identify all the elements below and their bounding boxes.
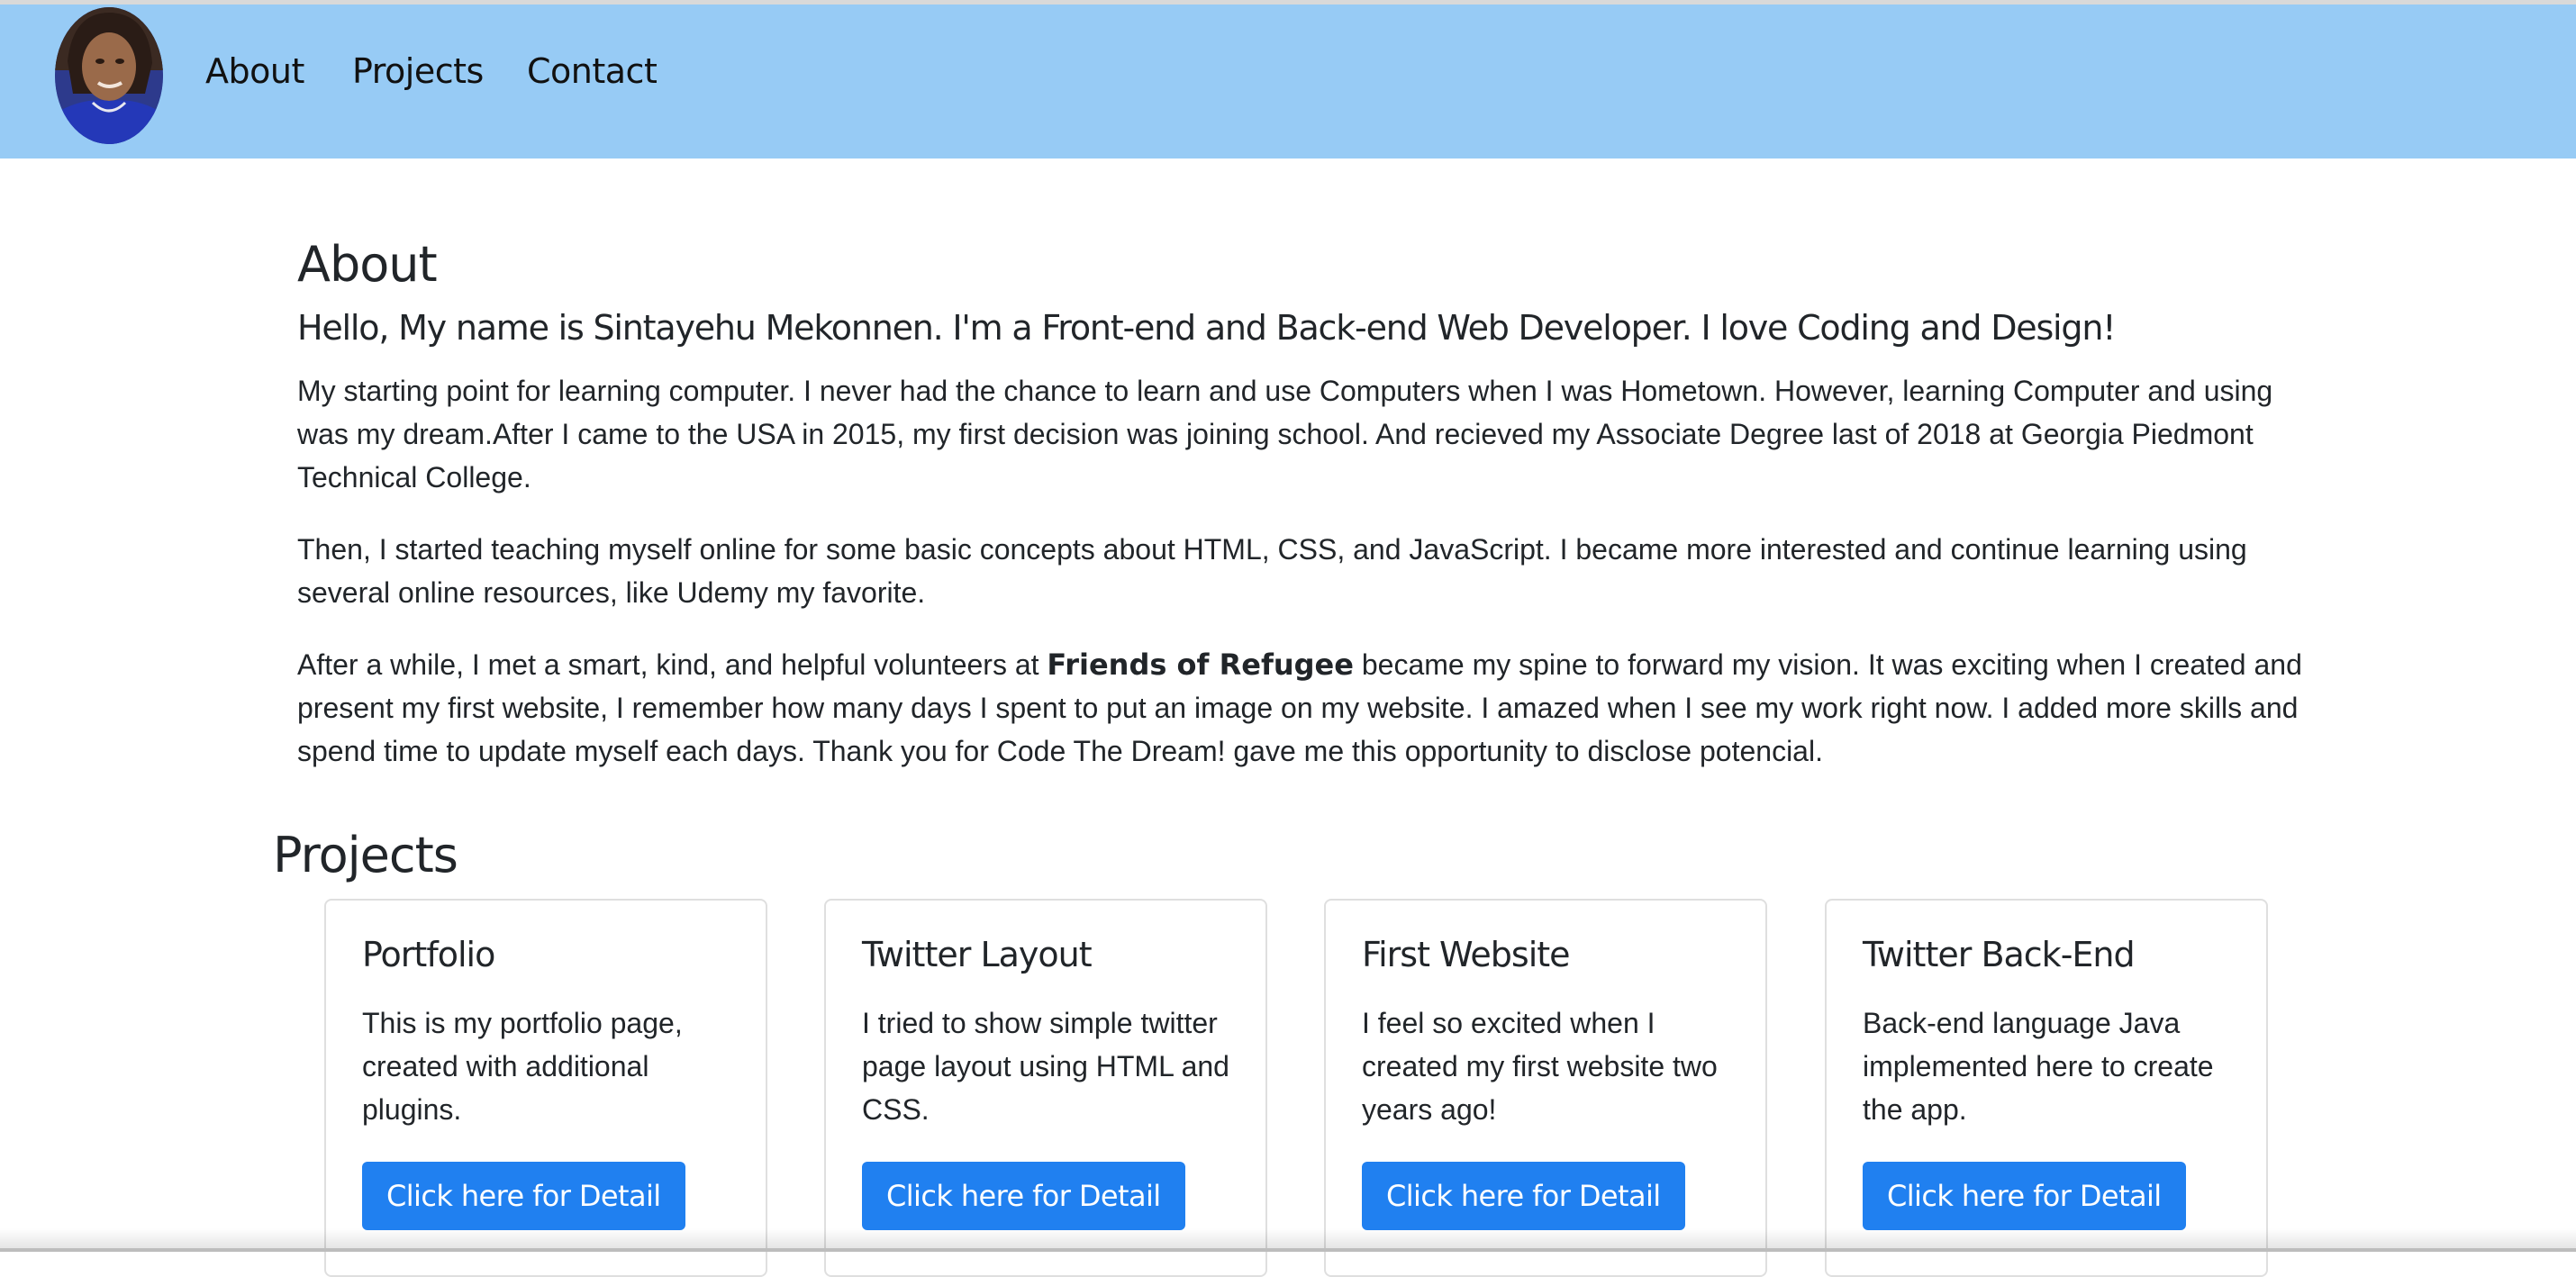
about-paragraph-1: My starting point for learning computer.… — [297, 375, 2273, 494]
detail-button[interactable]: Click here for Detail — [1863, 1162, 2186, 1230]
card-title: First Website — [1362, 935, 1571, 974]
projects-heading: Projects — [273, 827, 458, 883]
about-paragraph-3: After a while, I met a smart, kind, and … — [297, 643, 2306, 773]
card-text: I tried to show simple twitter page layo… — [862, 1007, 1229, 1126]
card-text: This is my portfolio page, created with … — [362, 1007, 683, 1126]
friends-of-refugee-text: Friends of Refugee — [1047, 648, 1354, 682]
card-title: Portfolio — [362, 935, 495, 974]
about-paragraph-2: Then, I started teaching myself online f… — [297, 533, 2247, 609]
project-card-first-website: First Website I feel so excited when I c… — [1324, 899, 1767, 1277]
avatar-photo — [55, 7, 163, 144]
project-card-twitter-layout: Twitter Layout I tried to show simple tw… — [824, 899, 1267, 1277]
nav-link-projects[interactable]: Projects — [352, 51, 484, 91]
card-text: Back-end language Java implemented here … — [1863, 1007, 2214, 1126]
about-heading: About — [297, 236, 438, 293]
window-bottom-border — [0, 1248, 2576, 1252]
project-card-twitter-back-end: Twitter Back-End Back-end language Java … — [1825, 899, 2268, 1277]
about-intro: Hello, My name is Sintayehu Mekonnen. I'… — [297, 308, 2116, 348]
nav-link-about[interactable]: About — [205, 51, 304, 91]
project-card-portfolio: Portfolio This is my portfolio page, cre… — [324, 899, 767, 1277]
card-title: Twitter Layout — [862, 935, 1093, 974]
detail-button[interactable]: Click here for Detail — [862, 1162, 1185, 1230]
detail-button[interactable]: Click here for Detail — [1362, 1162, 1685, 1230]
card-title: Twitter Back-End — [1863, 935, 2136, 974]
navbar: About Projects Contact — [0, 5, 2576, 158]
about-paragraph-3-start: After a while, I met a smart, kind, and … — [297, 648, 1048, 681]
avatar[interactable] — [55, 7, 163, 144]
detail-button[interactable]: Click here for Detail — [362, 1162, 685, 1230]
nav-link-contact[interactable]: Contact — [527, 51, 658, 91]
card-text: I feel so excited when I created my firs… — [1362, 1007, 1718, 1126]
